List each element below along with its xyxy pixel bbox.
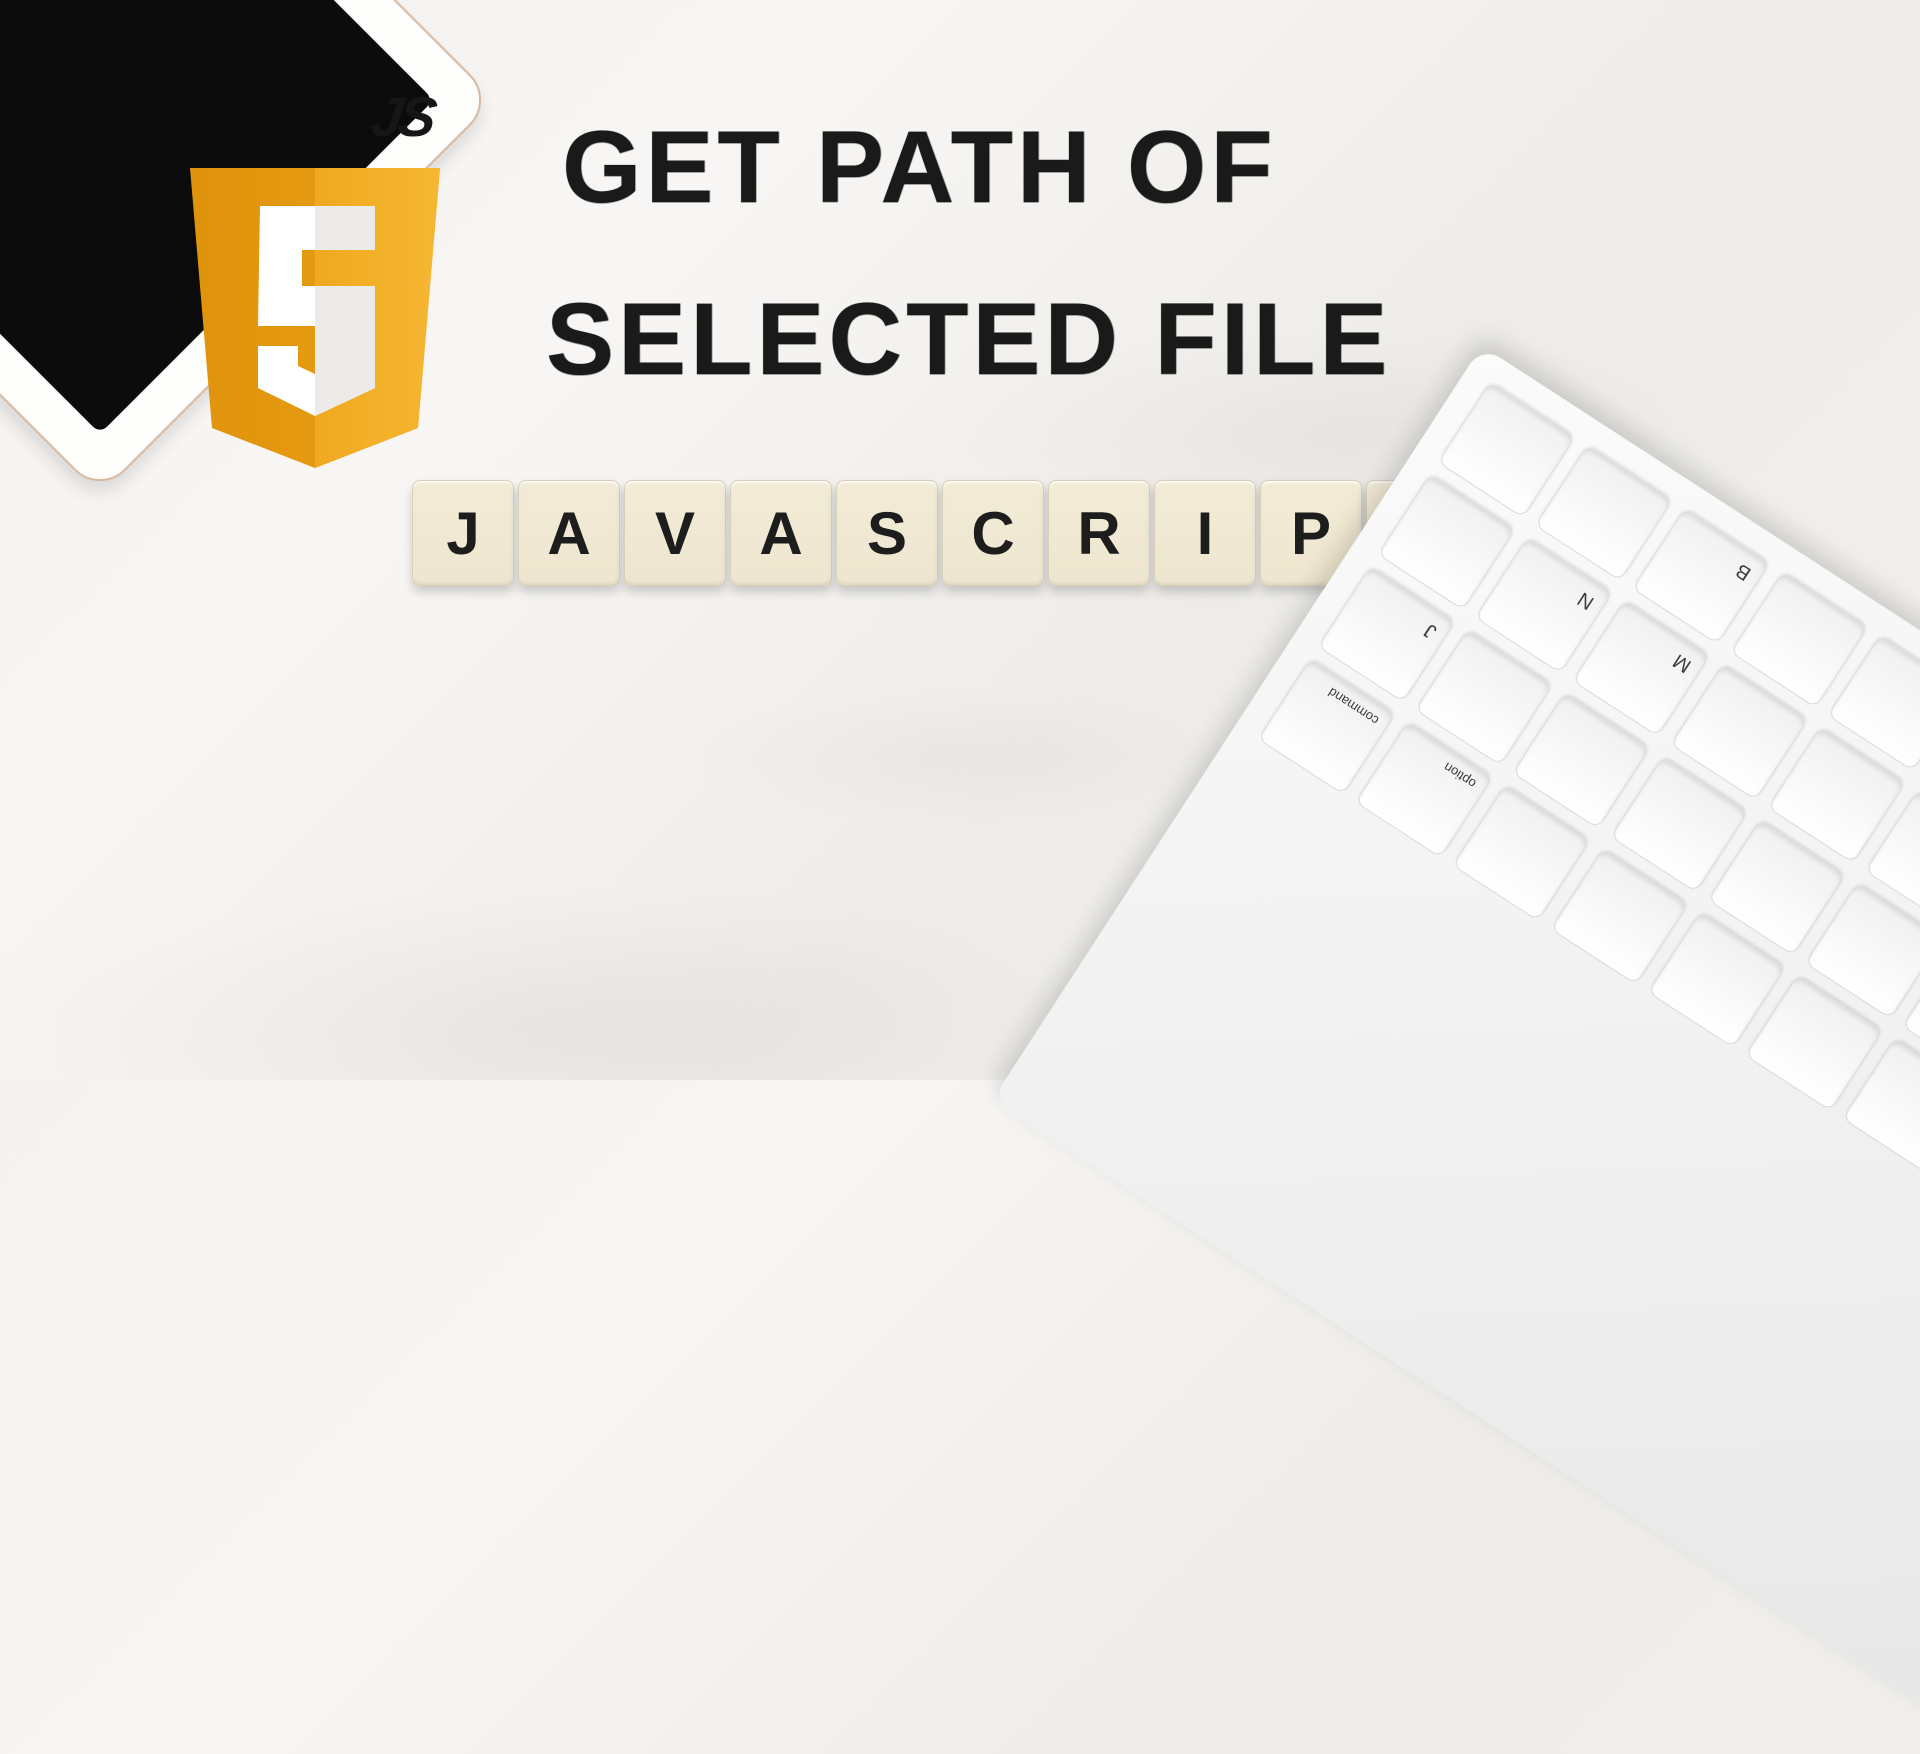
- letter-tiles: J A V A S C R I P T: [412, 480, 1468, 586]
- tile-letter: A: [518, 480, 620, 586]
- tile-letter: S: [836, 480, 938, 586]
- headline: GET PATH OF SELECTED FILE: [562, 116, 1422, 390]
- tile-letter: R: [1048, 480, 1150, 586]
- tile-letter: C: [942, 480, 1044, 586]
- tile-letter: J: [412, 480, 514, 586]
- javascript-logo: JS: [170, 88, 460, 488]
- headline-line-2: SELECTED FILE: [546, 288, 1422, 390]
- tile-letter: A: [730, 480, 832, 586]
- js-logo-text: JS: [367, 84, 437, 149]
- headline-line-1: GET PATH OF: [562, 116, 1422, 218]
- tile-letter: V: [624, 480, 726, 586]
- tile-letter: I: [1154, 480, 1256, 586]
